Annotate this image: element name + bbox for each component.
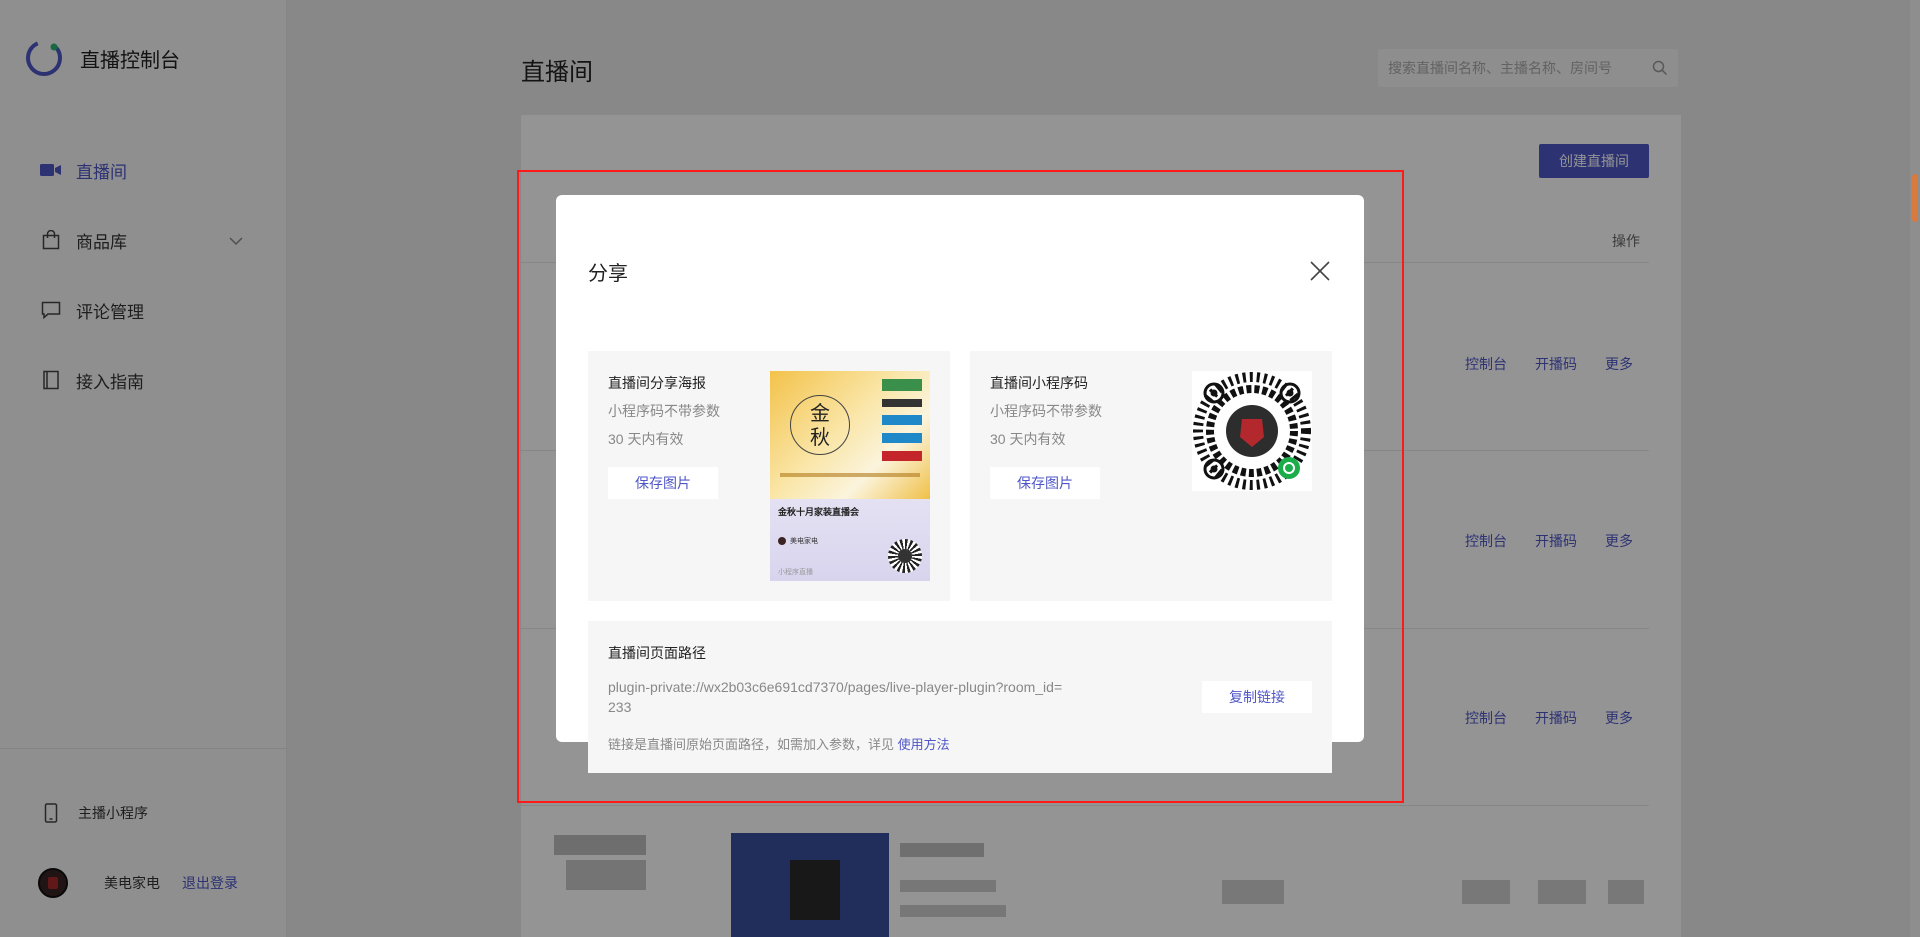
highlight-frame [517, 170, 1404, 803]
scrollbar-track[interactable] [1910, 0, 1920, 937]
scrollbar-thumb[interactable] [1912, 174, 1918, 222]
